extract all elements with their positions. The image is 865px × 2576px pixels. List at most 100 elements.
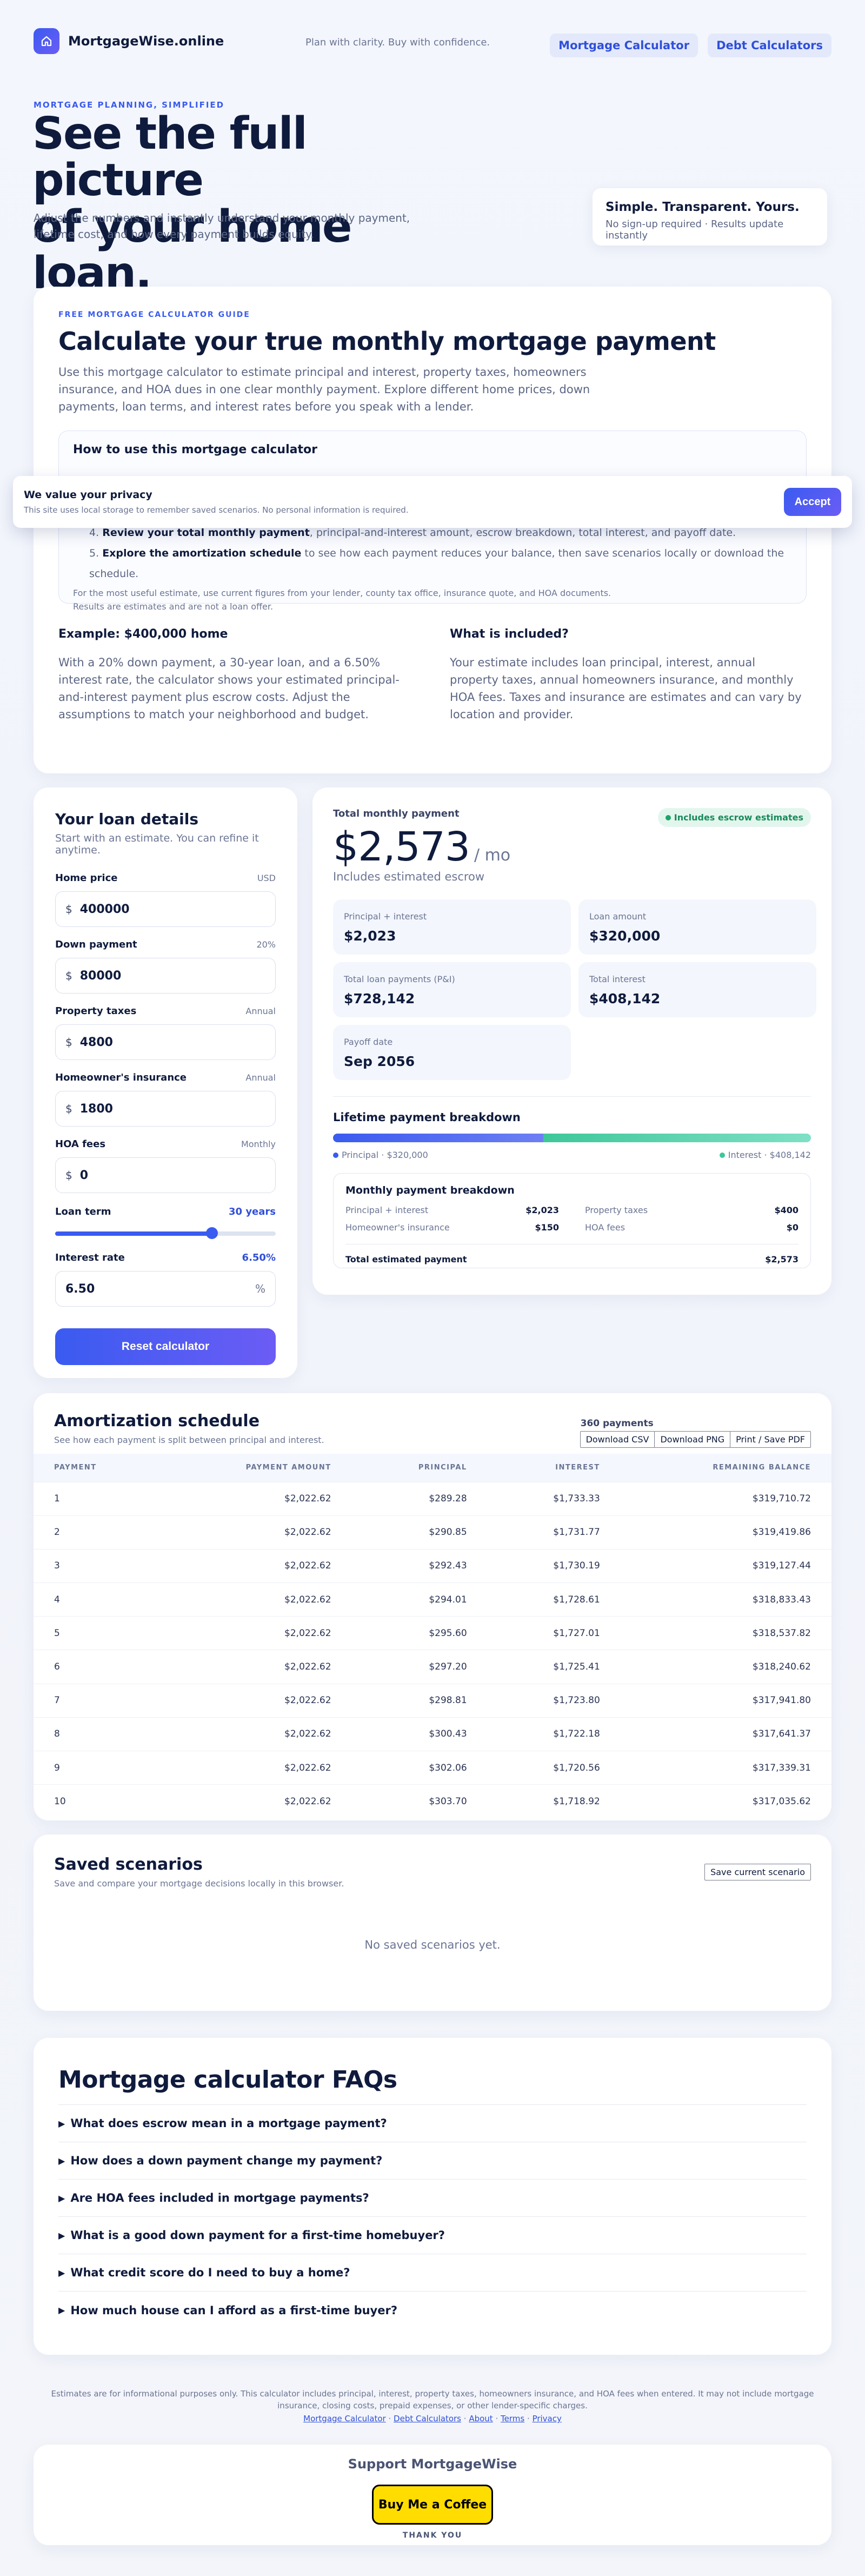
hero-card-title: Simple. Transparent. Yours. xyxy=(606,200,800,214)
interest-rate-input[interactable]: 6.50% xyxy=(55,1271,276,1307)
guide-intro: Use this mortgage calculator to estimate… xyxy=(58,366,590,413)
saved-scenarios-card: Saved scenarios Save and compare your mo… xyxy=(34,1835,831,2011)
hoa-value: 0 xyxy=(79,1168,89,1182)
table-cell: 8 xyxy=(34,1717,161,1751)
dollar-sign: $ xyxy=(65,1169,72,1182)
reset-calculator-button[interactable]: Reset calculator xyxy=(55,1328,276,1365)
footer-link-privacy[interactable]: Privacy xyxy=(533,2414,562,2423)
footer-links: Mortgage Calculator · Debt Calculators ·… xyxy=(0,2414,865,2423)
property-taxes-input[interactable]: $4800 xyxy=(55,1024,276,1060)
included-title: What is included? xyxy=(450,627,569,641)
amortization-card: Amortization schedule See how each payme… xyxy=(34,1393,831,1820)
faq-card: Mortgage calculator FAQs ▶ What does escr… xyxy=(34,2038,831,2355)
insurance-hint: Annual xyxy=(245,1072,276,1083)
hero-title: See the full picture of your home loan. xyxy=(32,111,443,297)
insurance-value: 1800 xyxy=(79,1102,113,1116)
guide-title: Calculate your true monthly mortgage pay… xyxy=(58,327,716,356)
table-cell: $2,022.62 xyxy=(160,1650,352,1684)
down-payment-input[interactable]: $80000 xyxy=(55,958,276,994)
faq-item[interactable]: ▶ Are HOA fees included in mortgage payme… xyxy=(58,2180,807,2217)
stat-loan-amount: Loan amount $320,000 xyxy=(578,899,816,955)
footer-link-about[interactable]: About xyxy=(469,2414,493,2423)
faq-question: How much house can I afford as a first-t… xyxy=(70,2303,398,2317)
buy-me-a-coffee-button[interactable]: Buy Me a Coffee xyxy=(372,2485,493,2525)
table-row: 4 $2,022.62 $294.01 $1,728.61 $318,833.43 xyxy=(34,1582,831,1617)
footer-link-terms[interactable]: Terms xyxy=(501,2414,524,2423)
table-cell: $303.70 xyxy=(351,1784,488,1818)
table-row: 3 $2,022.62 $292.43 $1,730.19 $319,127.44 xyxy=(34,1548,831,1583)
table-cell: $2,022.62 xyxy=(160,1717,352,1751)
print-pdf-button[interactable]: Print / Save PDF xyxy=(730,1431,811,1448)
insurance-input[interactable]: $1800 xyxy=(55,1091,276,1127)
loan-subtitle: Start with an estimate. You can refine i… xyxy=(55,832,259,856)
faq-question: How does a down payment change my paymen… xyxy=(70,2154,383,2167)
property-taxes-hint: Annual xyxy=(245,1006,276,1016)
table-row: 6 $2,022.62 $297.20 $1,725.41 $318,240.62 xyxy=(34,1650,831,1684)
lifetime-principal-segment xyxy=(333,1134,543,1142)
nav-mortgage-calculator[interactable]: Mortgage Calculator xyxy=(550,34,698,57)
faq-list: ▶ What does escrow mean in a mortgage pay… xyxy=(58,2104,807,2329)
guide-eyebrow: FREE MORTGAGE CALCULATOR GUIDE xyxy=(58,310,250,319)
lifetime-title: Lifetime payment breakdown xyxy=(333,1111,521,1124)
stat-grid: Principal + interest $2,023 Loan amount $3… xyxy=(333,899,816,1080)
home-price-input[interactable]: $400000 xyxy=(55,891,276,927)
payment-count: 360 payments xyxy=(580,1418,654,1429)
faq-item[interactable]: ▶ What does escrow mean in a mortgage pay… xyxy=(58,2105,807,2142)
table-cell: $300.43 xyxy=(351,1717,488,1751)
table-cell: $290.85 xyxy=(351,1515,488,1549)
table-body: 1 $2,022.62 $289.28 $1,733.33 $319,710.72 2 $2… xyxy=(34,1481,831,1818)
stat-principal-interest: Principal + interest $2,023 xyxy=(333,899,571,955)
interest-dot-icon xyxy=(719,1152,725,1158)
table-cell: $318,833.43 xyxy=(620,1582,831,1617)
faq-item[interactable]: ▶ What credit score do I need to buy a ho… xyxy=(58,2254,807,2292)
hoa-label: HOA fees xyxy=(55,1138,106,1150)
faq-item[interactable]: ▶ What is a good down payment for a first… xyxy=(58,2217,807,2254)
download-png-button[interactable]: Download PNG xyxy=(654,1431,731,1448)
footer-link-debt-calculators[interactable]: Debt Calculators xyxy=(394,2414,461,2423)
hoa-field: HOA fees Monthly $0 xyxy=(55,1138,276,1193)
stat-total-interest: Total interest $408,142 xyxy=(578,962,816,1017)
footer-separator: · xyxy=(388,2414,391,2423)
property-taxes-field: Property taxes Annual $4800 xyxy=(55,1005,276,1060)
column-header: PAYMENT xyxy=(54,1464,97,1472)
home-price-value: 400000 xyxy=(79,902,130,916)
table-row: 2 $2,022.62 $290.85 $1,731.77 $319,419.86 xyxy=(34,1515,831,1549)
interest-rate-display: 6.50% xyxy=(242,1252,276,1263)
table-cell: $1,725.41 xyxy=(487,1650,621,1684)
footer-separator: · xyxy=(527,2414,530,2423)
badge-dot-icon xyxy=(665,814,671,820)
table-header-row: PAYMENT PAYMENT AMOUNT PRINCIPAL INTEREST RE… xyxy=(34,1454,831,1482)
interest-rate-label: Interest rate xyxy=(55,1252,125,1263)
save-scenario-button[interactable]: Save current scenario xyxy=(704,1864,811,1880)
faq-item[interactable]: ▶ How does a down payment change my payme… xyxy=(58,2142,807,2180)
interest-rate-value: 6.50 xyxy=(65,1282,95,1296)
guide-card: FREE MORTGAGE CALCULATOR GUIDE Calculate… xyxy=(34,287,831,773)
brand[interactable]: MortgageWise.online xyxy=(34,28,224,54)
table-cell: $2,022.62 xyxy=(160,1750,352,1785)
loan-details-card: Your loan details Start with an estimate… xyxy=(34,787,297,1378)
privacy-title: We value your privacy xyxy=(24,489,152,501)
disclosure-triangle-icon: ▶ xyxy=(58,2193,65,2203)
how-to-step: 5. Explore the amortization schedule to … xyxy=(89,547,784,580)
lifetime-bar xyxy=(333,1134,811,1142)
loan-term-slider[interactable] xyxy=(55,1227,276,1239)
loan-term-field: Loan term 30 years xyxy=(55,1206,276,1239)
hoa-input[interactable]: $0 xyxy=(55,1157,276,1193)
table-cell: $2,022.62 xyxy=(160,1582,352,1617)
disclosure-triangle-icon: ▶ xyxy=(58,2267,65,2278)
home-price-field: Home price USD $400000 xyxy=(55,872,276,927)
how-to-steps: 4. Review your total monthly payment, pr… xyxy=(73,522,792,584)
privacy-text: This site uses local storage to remember… xyxy=(24,505,409,515)
disclosure-triangle-icon: ▶ xyxy=(58,2118,65,2129)
accept-button[interactable]: Accept xyxy=(784,488,841,516)
slider-thumb[interactable] xyxy=(205,1227,218,1239)
nav-debt-calculators[interactable]: Debt Calculators xyxy=(708,34,831,57)
table-cell: 4 xyxy=(34,1582,161,1617)
hero-title-line1: See the full picture xyxy=(32,108,308,206)
download-csv-button[interactable]: Download CSV xyxy=(580,1431,655,1448)
faq-item[interactable]: ▶ How much house can I afford as a first-… xyxy=(58,2292,807,2329)
amortization-header: Amortization schedule See how each payme… xyxy=(34,1393,831,1454)
table-cell: $2,022.62 xyxy=(160,1515,352,1549)
table-cell: $289.28 xyxy=(351,1481,488,1516)
footer-link-mortgage-calculator[interactable]: Mortgage Calculator xyxy=(303,2414,386,2423)
